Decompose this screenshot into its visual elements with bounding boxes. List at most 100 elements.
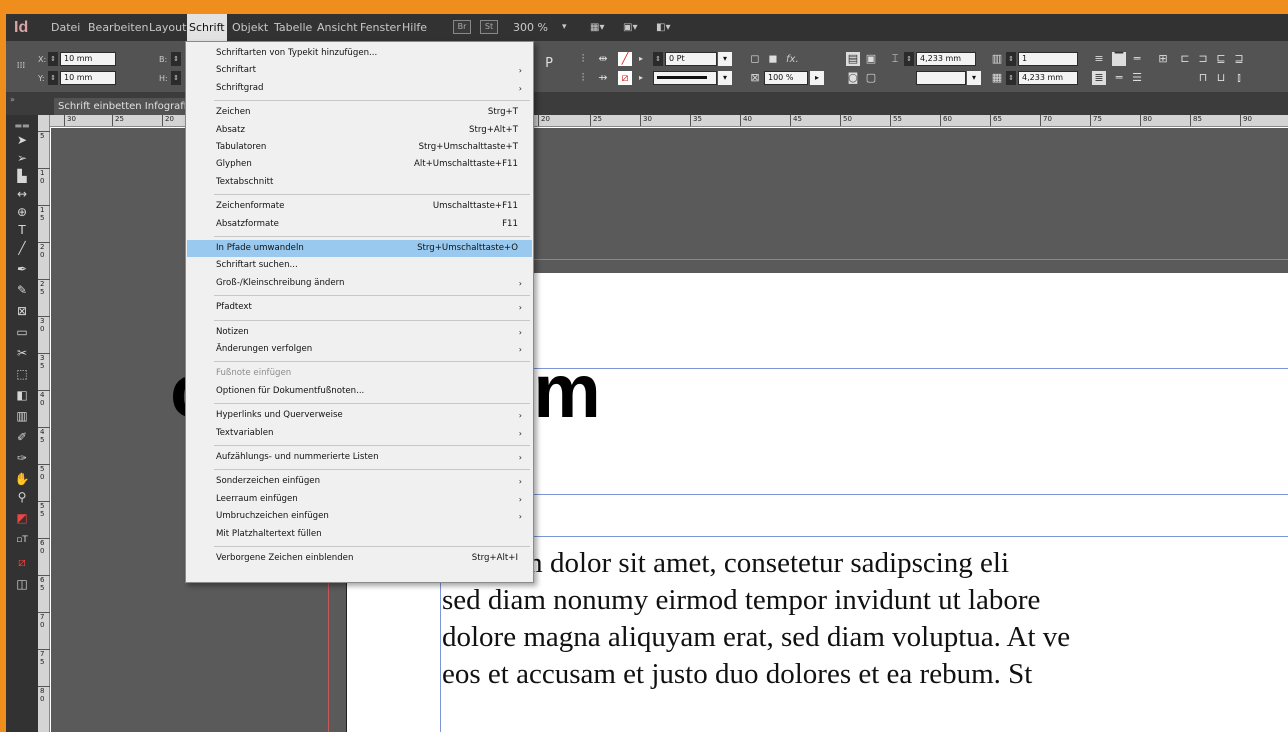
menu-item[interactable]: Pfadtext › xyxy=(187,299,532,316)
bridge-icon[interactable]: Br xyxy=(453,20,471,34)
gutter-bottom-stepper[interactable]: ⇕ xyxy=(1006,71,1016,85)
gap-tool-icon[interactable]: ↔ xyxy=(10,185,34,203)
menu-item[interactable]: In Pfade umwandeln Strg+Umschalttaste+O xyxy=(187,240,532,257)
fit-frame-icon[interactable]: ▣ xyxy=(864,52,878,66)
distribute-right-icon[interactable]: ⊑ xyxy=(1214,52,1228,66)
free-transform-tool-icon[interactable]: ⬚ xyxy=(10,365,34,383)
stroke-arrow-icon[interactable]: ▸ xyxy=(634,71,648,85)
menu-item[interactable]: Absatz Strg+Alt+T xyxy=(187,122,532,139)
columns-stepper[interactable]: ⇕ xyxy=(1006,52,1016,66)
menu-tabelle[interactable]: Tabelle xyxy=(272,14,314,41)
distribute-h-icon[interactable]: ⊔ xyxy=(1214,71,1228,85)
gutter-mid-field[interactable] xyxy=(916,71,966,85)
distribute-left-icon[interactable]: ⊏ xyxy=(1178,52,1192,66)
distribute-top-icon[interactable]: ⊒ xyxy=(1232,52,1246,66)
content-collector-icon[interactable]: ⊕ xyxy=(10,203,34,221)
arrange-documents-icon[interactable]: ◧▾ xyxy=(654,14,672,41)
rectangle-frame-tool-icon[interactable]: ⊠ xyxy=(10,302,34,320)
rotate-icon[interactable]: ⫶ xyxy=(576,71,590,85)
align-left-icon[interactable]: ≡ xyxy=(1092,52,1106,66)
gutter-top-field[interactable]: 4,233 mm xyxy=(916,52,976,66)
gutter-dropdown[interactable]: ▾ xyxy=(967,71,981,85)
note-tool-icon[interactable]: ✐ xyxy=(10,428,34,446)
text-wrap-icon[interactable]: ⊞ xyxy=(1156,52,1170,66)
direct-selection-tool-icon[interactable]: ➢ xyxy=(10,149,34,167)
scissors-tool-icon[interactable]: ✂ xyxy=(10,344,34,362)
y-field[interactable]: 10 mm xyxy=(60,71,116,85)
view-options-icon[interactable]: ▦▾ xyxy=(588,14,606,41)
reference-point-icon[interactable]: ⁞⁞⁞ xyxy=(14,59,28,73)
align-top-icon[interactable]: ▔ xyxy=(1112,52,1126,66)
hand-tool-icon[interactable]: ✋ xyxy=(10,470,34,488)
drop-shadow-icon[interactable]: ◻ xyxy=(748,52,762,66)
line-tool-icon[interactable]: ╱ xyxy=(10,239,34,257)
stroke-weight-field[interactable]: 0 Pt xyxy=(665,52,717,66)
menu-item[interactable]: Tabulatoren Strg+Umschalttaste+T xyxy=(187,139,532,156)
screen-mode-tool-icon[interactable]: ◫ xyxy=(10,575,34,593)
menu-item[interactable]: Zeichenformate Umschalttaste+F11 xyxy=(187,198,532,215)
document-tab[interactable]: Schrift einbetten Infografik.indd xyxy=(54,98,194,115)
fill-arrow-icon[interactable]: ▸ xyxy=(634,52,648,66)
stroke-none-icon[interactable]: ⧄ xyxy=(618,71,632,85)
flip-icon[interactable]: ⇹ xyxy=(596,52,610,66)
menu-item[interactable]: Notizen › xyxy=(187,324,532,341)
center-content-icon[interactable]: ▢ xyxy=(864,71,878,85)
menu-datei[interactable]: Datei xyxy=(49,14,82,41)
body-text[interactable]: m ipsum dolor sit amet, consetetur sadip… xyxy=(442,545,1288,693)
panel-collapse-icon[interactable]: » xyxy=(10,95,15,104)
align-icon[interactable]: ⫶ xyxy=(576,52,590,66)
pencil-tool-icon[interactable]: ✎ xyxy=(10,281,34,299)
gutter-bottom-field[interactable]: 4,233 mm xyxy=(1018,71,1078,85)
fill-none-icon[interactable]: ╱ xyxy=(618,52,632,66)
vertical-ruler[interactable]: 5 1 0 1 5 2 0 2 5 3 0 3 5 4 0 4 5 5 0 5 5 6 0 6 5 7 0… xyxy=(38,115,50,732)
zoom-dropdown-icon[interactable]: ▾ xyxy=(560,14,569,41)
menu-item[interactable]: Umbruchzeichen einfügen › xyxy=(187,508,532,525)
menu-item[interactable]: Sonderzeichen einfügen › xyxy=(187,473,532,490)
align-middle-icon[interactable]: ☰ xyxy=(1130,71,1144,85)
stock-icon[interactable]: St xyxy=(480,20,498,34)
menu-item[interactable]: Glyphen Alt+Umschalttaste+F11 xyxy=(187,156,532,173)
stroke-type-field[interactable] xyxy=(653,71,717,85)
menu-item[interactable]: Aufzählungs- und nummerierte Listen › xyxy=(187,449,532,466)
gradient-feather-tool-icon[interactable]: ▥ xyxy=(10,407,34,425)
eyedropper-tool-icon[interactable]: ✑ xyxy=(10,449,34,467)
menu-item[interactable]: Textabschnitt xyxy=(187,174,532,191)
menu-item[interactable]: Schriftgrad › xyxy=(187,80,532,97)
align-center-icon[interactable]: ═ xyxy=(1130,52,1144,66)
formatting-affects-icon[interactable]: ▫T xyxy=(10,531,34,549)
distribute-center-icon[interactable]: ⊐ xyxy=(1196,52,1210,66)
x-field[interactable]: 10 mm xyxy=(60,52,116,66)
gutter-top-stepper[interactable]: ⇕ xyxy=(904,52,914,66)
gradient-swatch-tool-icon[interactable]: ◧ xyxy=(10,386,34,404)
align-bottom-icon[interactable]: ═ xyxy=(1112,71,1126,85)
menu-item[interactable]: Zeichen Strg+T xyxy=(187,104,532,121)
distribute-space-icon[interactable]: ⫾ xyxy=(1232,71,1246,85)
x-stepper[interactable]: ⇕ xyxy=(48,52,58,66)
menu-layout[interactable]: Layout xyxy=(147,14,188,41)
menu-bearbeiten[interactable]: Bearbeiten xyxy=(86,14,150,41)
zoom-tool-icon[interactable]: ⚲ xyxy=(10,488,34,506)
menu-item[interactable]: Absatzformate F11 xyxy=(187,216,532,233)
menu-hilfe[interactable]: Hilfe xyxy=(400,14,429,41)
menu-item[interactable]: Änderungen verfolgen › xyxy=(187,341,532,358)
menu-item[interactable]: Hyperlinks und Querverweise › xyxy=(187,407,532,424)
menu-schrift[interactable]: Schrift xyxy=(187,14,227,41)
menu-item[interactable]: Groß-/Kleinschreibung ändern › xyxy=(187,275,532,292)
menu-objekt[interactable]: Objekt xyxy=(230,14,270,41)
columns-field[interactable]: 1 xyxy=(1018,52,1078,66)
width-stepper[interactable]: ⇕ xyxy=(171,52,181,66)
menu-item[interactable]: Textvariablen › xyxy=(187,425,532,442)
selection-tool-icon[interactable]: ➤ xyxy=(10,131,34,149)
pen-tool-icon[interactable]: ✒ xyxy=(10,260,34,278)
fill-stroke-icon[interactable]: ◩ xyxy=(10,509,34,527)
menu-item[interactable]: Schriftarten von Typekit hinzufügen... xyxy=(187,45,532,62)
screen-mode-icon[interactable]: ▣▾ xyxy=(621,14,639,41)
stroke-weight-dropdown[interactable]: ▾ xyxy=(718,52,732,66)
distribute-v-icon[interactable]: ⊓ xyxy=(1196,71,1210,85)
apply-none-icon[interactable]: ⧄ xyxy=(10,553,34,571)
menu-item[interactable]: Verborgene Zeichen einblenden Strg+Alt+I xyxy=(187,550,532,567)
menu-item[interactable]: Mit Platzhaltertext füllen xyxy=(187,526,532,543)
menu-fenster[interactable]: Fenster xyxy=(358,14,403,41)
menu-ansicht[interactable]: Ansicht xyxy=(315,14,360,41)
menu-item[interactable]: Schriftart suchen... xyxy=(187,257,532,274)
